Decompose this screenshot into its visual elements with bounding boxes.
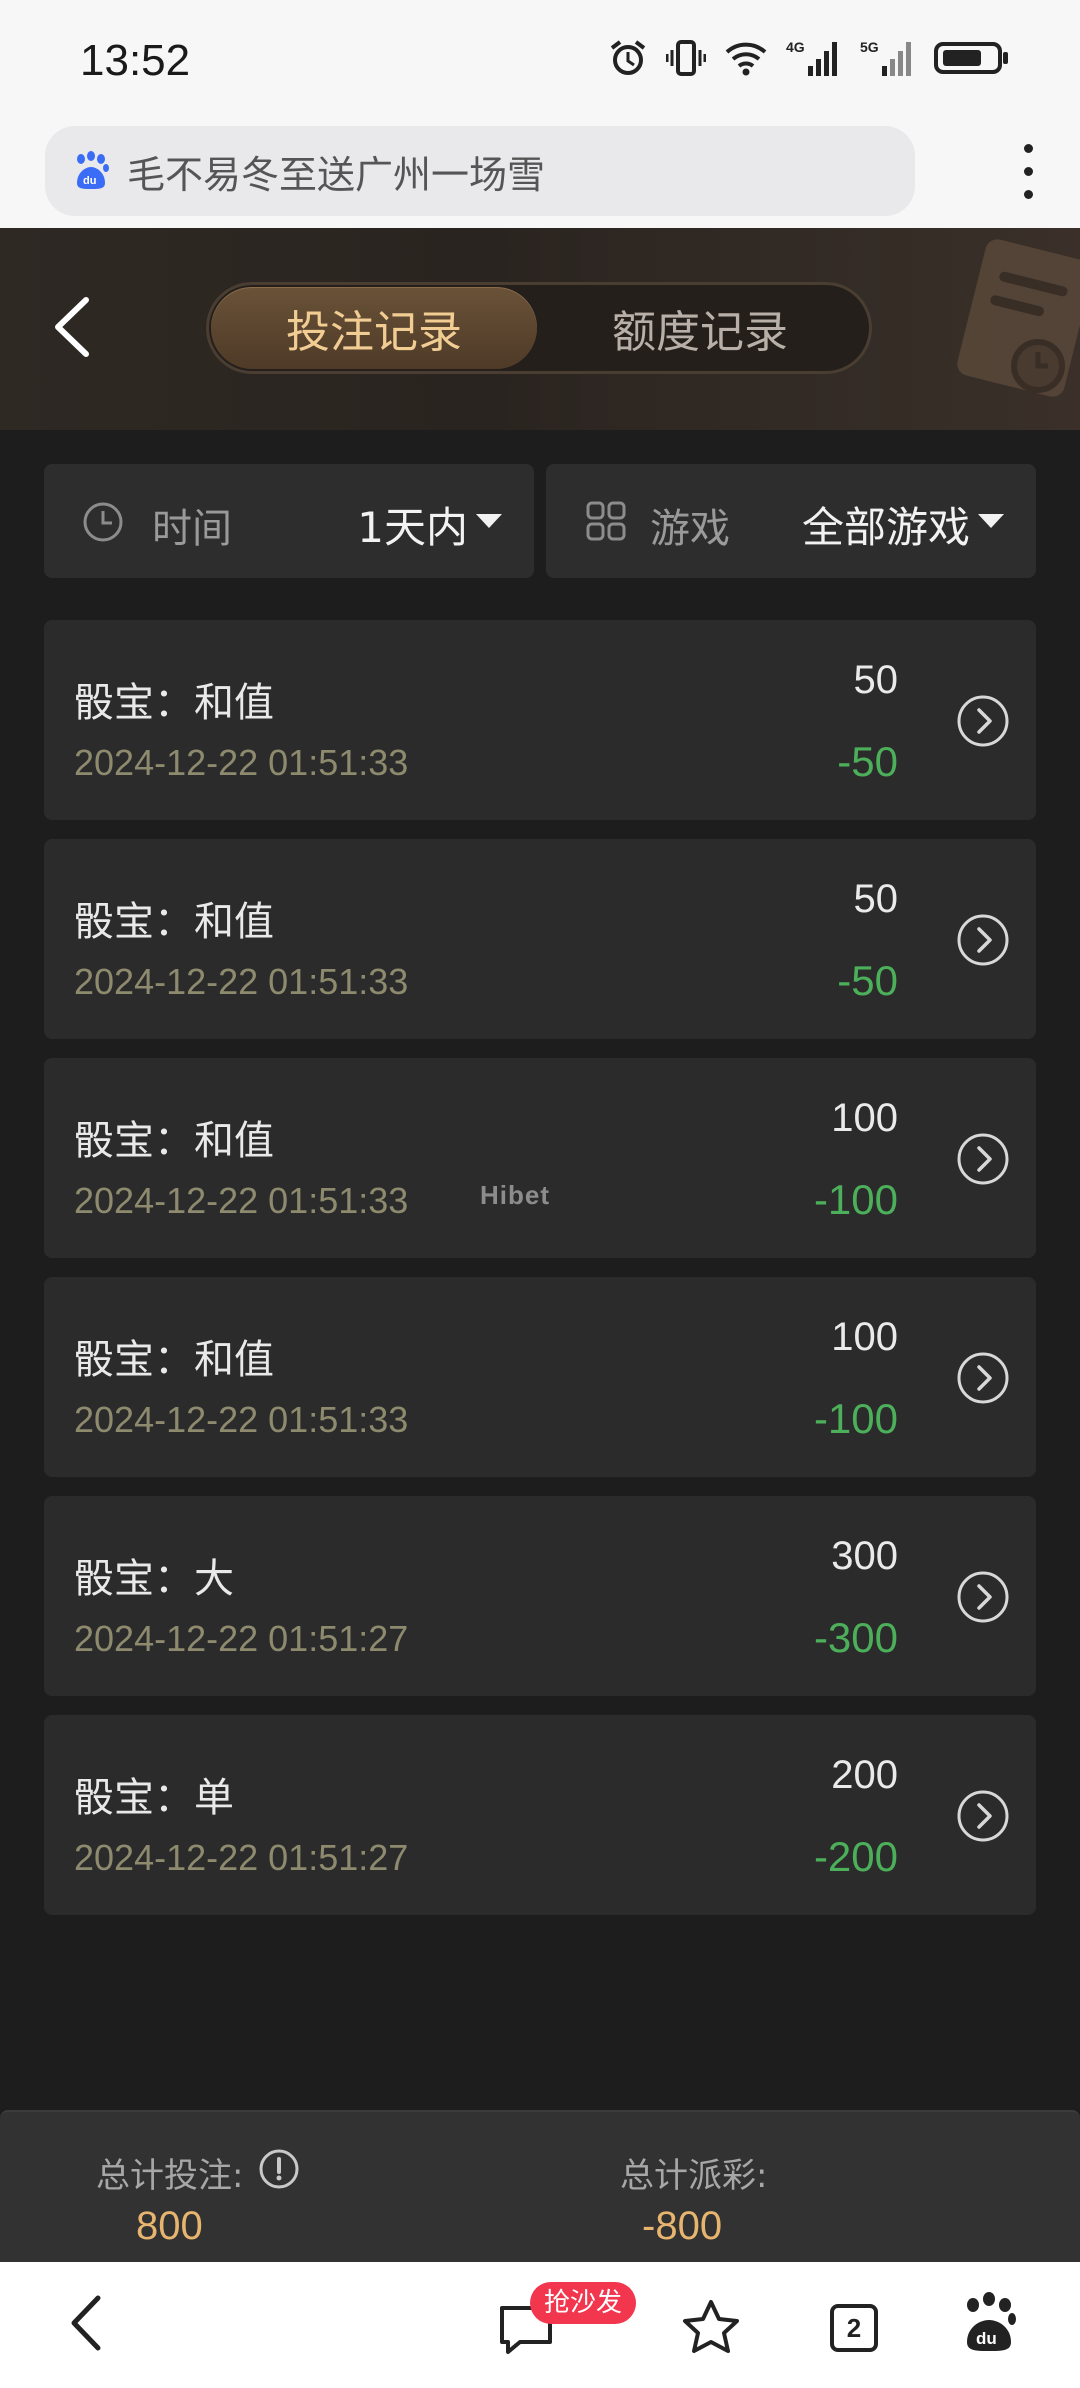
game-filter-value: 全部游戏 [801,503,970,552]
record-time: 2024-12-22 01:51:27 [74,1837,409,1878]
tab-quota-records[interactable]: 额度记录 [535,285,865,371]
record-time: 2024-12-22 01:51:27 [74,1618,409,1659]
record-bet-amount: 100 [831,1096,898,1140]
chevron-down-icon [476,514,502,528]
address-bar[interactable]: du 毛不易冬至送广州一场雪 [45,126,915,216]
watermark-logo: Hibet [480,1180,550,1210]
record-bet-amount: 50 [853,877,899,921]
chevron-right-circle-icon[interactable] [956,1132,1010,1186]
clipboard-decoration-icon [957,239,1080,397]
list-item[interactable]: 骰宝：和值 2024-12-22 01:51:33 100 -100 [44,1277,1036,1477]
chevron-right-circle-icon[interactable] [956,1789,1010,1843]
chevron-right-circle-icon[interactable] [956,694,1010,748]
back-arrow-icon[interactable] [48,294,98,360]
back-nav-icon[interactable] [66,2290,106,2356]
game-filter[interactable]: 游戏 全部游戏 [546,464,1036,578]
summary-bar: 总计投注: 800 总计派彩: -800 [0,2110,1080,2262]
total-payout-label: 总计派彩: [620,2156,768,2196]
chevron-right-circle-icon[interactable] [956,913,1010,967]
wifi-icon [725,42,767,76]
record-title: 骰宝：单 [74,1775,234,1821]
record-win-amount: -100 [813,1395,898,1442]
record-win-amount: -100 [813,1176,898,1223]
record-time: 2024-12-22 01:51:33 [74,961,409,1002]
browser-bar: du 毛不易冬至送广州一场雪 [0,110,1080,228]
list-item[interactable]: 骰宝：和值 2024-12-22 01:51:33 50 -50 [44,620,1036,820]
record-win-amount: -50 [837,957,898,1004]
chevron-right-circle-icon[interactable] [956,1351,1010,1405]
more-menu-icon[interactable] [1022,144,1034,200]
record-title: 骰宝：和值 [74,680,274,726]
svg-text:4G: 4G [786,39,805,55]
status-icons: 4G 5G [608,38,1010,78]
list-item[interactable]: 骰宝：和值 2024-12-22 01:51:33 50 -50 [44,839,1036,1039]
record-bet-amount: 200 [831,1753,898,1797]
game-filter-label: 游戏 [650,506,730,552]
grid-icon [586,501,626,541]
record-title: 骰宝：和值 [74,1118,274,1164]
total-payout-value: -800 [642,2204,723,2248]
time-filter[interactable]: 时间 1天内 [44,464,534,578]
url-text: 毛不易冬至送广州一场雪 [127,152,546,197]
chevron-right-circle-icon[interactable] [956,1570,1010,1624]
time-filter-value: 1天内 [357,503,468,552]
status-bar: 13:52 4G 5G [0,0,1080,126]
record-time: 2024-12-22 01:51:33 [74,1399,409,1440]
signal-4g-icon: 4G [786,39,837,76]
baidu-paw-icon[interactable]: du [962,2292,1016,2354]
record-win-amount: -50 [837,738,898,785]
clock-icon [83,502,123,542]
alarm-icon [610,40,646,75]
list-item[interactable]: 骰宝：和值 2024-12-22 01:51:33 100 -100 [44,1058,1036,1258]
record-bet-amount: 50 [853,658,899,702]
info-alert-icon[interactable] [258,2148,300,2190]
record-title: 骰宝：大 [74,1556,234,1602]
svg-text:5G: 5G [860,39,879,55]
list-item[interactable]: 骰宝：大 2024-12-22 01:51:27 300 -300 [44,1496,1036,1696]
record-time: 2024-12-22 01:51:33 [74,1180,409,1221]
list-item[interactable]: 骰宝：单 2024-12-22 01:51:27 200 -200 [44,1715,1036,1915]
record-tabs: 投注记录 额度记录 [206,282,872,374]
tabs-count-button[interactable]: 2 [830,2304,878,2352]
svg-text:du: du [83,175,96,187]
record-title: 骰宝：和值 [74,1337,274,1383]
record-title: 骰宝：和值 [74,899,274,945]
tab-bet-records[interactable]: 投注记录 [211,287,537,369]
record-bet-amount: 100 [831,1315,898,1359]
total-bet-value: 800 [136,2204,203,2248]
browser-bottom-nav: 抢沙发 2 du [0,2262,1080,2388]
record-bet-amount: 300 [831,1534,898,1578]
baidu-paw-icon: du [77,151,109,189]
comment-badge: 抢沙发 [530,2282,637,2324]
total-bet-label: 总计投注: [96,2156,244,2196]
page-header: 投注记录 额度记录 [0,228,1080,430]
vibrate-icon [666,40,706,76]
chevron-down-icon [978,514,1004,528]
battery-icon [934,42,1008,74]
status-time: 13:52 [80,36,191,85]
record-win-amount: -200 [813,1833,898,1880]
star-icon[interactable] [680,2298,742,2358]
signal-5g-icon: 5G [860,39,911,76]
record-win-amount: -300 [813,1614,898,1661]
svg-text:du: du [976,2329,997,2348]
record-time: 2024-12-22 01:51:33 [74,742,409,783]
time-filter-label: 时间 [152,506,232,552]
